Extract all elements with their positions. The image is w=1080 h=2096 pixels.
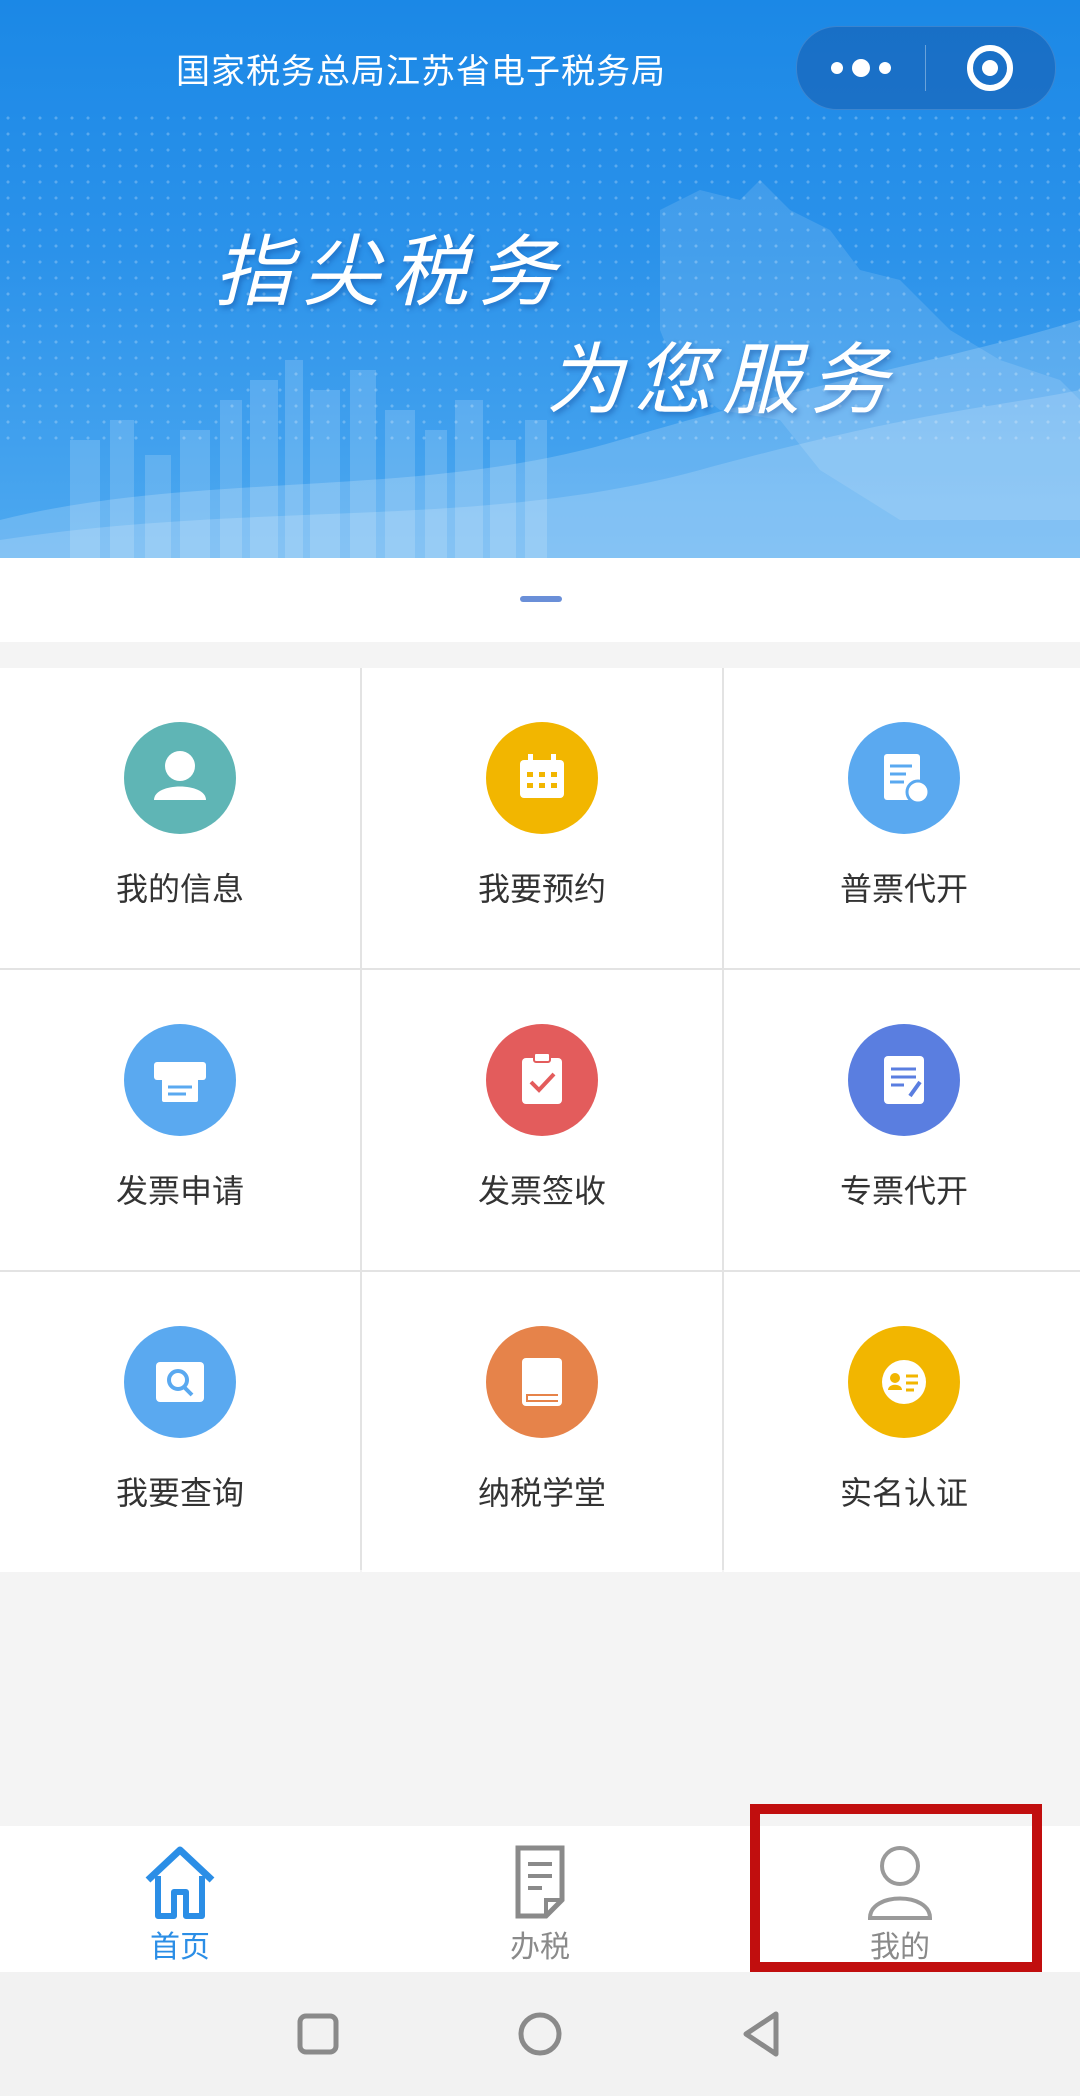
service-grid: 我的信息 我要预约 普票代开 发票申请 发票签收 专票代开 我要查询 纳税学堂 … [0,668,1080,1572]
tab-label: 首页 [150,1930,210,1965]
search-icon [124,1326,236,1438]
grid-item-special-invoice[interactable]: 专票代开 [724,970,1080,1270]
grid-item-label: 发票签收 [477,1172,606,1210]
grid-item-label: 我的信息 [115,870,244,908]
header-banner: 国家税务总局江苏省电子税务局 指尖税务 为您服务 [0,0,1080,558]
close-button[interactable] [926,27,1054,109]
carousel-indicator-area [0,558,1080,642]
printer-icon [124,1024,236,1136]
slogan-line-2: 为您服务 [546,336,899,426]
user-icon [124,722,236,834]
clipboard-check-icon [486,1024,598,1136]
grid-item-label: 专票代开 [839,1172,968,1210]
back-triangle-icon[interactable] [730,2002,794,2066]
grid-item-label: 我要查询 [115,1474,244,1512]
grid-item-query[interactable]: 我要查询 [0,1272,360,1572]
grid-item-invoice-receipt[interactable]: 发票签收 [362,970,722,1270]
slogan-line-1: 指尖税务 [214,228,567,318]
grid-item-general-invoice[interactable]: 普票代开 [724,668,1080,968]
tab-label: 办税 [510,1930,570,1965]
document-icon [515,1845,565,1919]
recent-apps-square-icon[interactable] [286,2002,350,2066]
grid-item-label: 普票代开 [839,870,968,908]
more-button[interactable] [797,27,925,109]
grid-item-my-info[interactable]: 我的信息 [0,668,360,968]
highlight-annotation-box [750,1804,1042,1972]
carousel-indicator[interactable] [520,596,562,602]
document-edit-icon [848,1024,960,1136]
book-icon [486,1326,598,1438]
grid-item-label: 我要预约 [477,870,606,908]
tab-tax-handling[interactable]: 办税 [360,1826,720,1972]
receipt-icon [848,722,960,834]
page-title: 国家税务总局江苏省电子税务局 [176,52,666,92]
grid-item-real-name-auth[interactable]: 实名认证 [724,1272,1080,1572]
system-navigation-bar [0,1972,1080,2096]
home-icon [145,1846,215,1919]
home-circle-icon[interactable] [508,2002,572,2066]
grid-item-appointment[interactable]: 我要预约 [362,668,722,968]
miniprogram-capsule [796,26,1056,110]
grid-item-label: 实名认证 [839,1474,968,1512]
id-card-icon [848,1326,960,1438]
grid-item-label: 发票申请 [115,1172,244,1210]
grid-item-tax-school[interactable]: 纳税学堂 [362,1272,722,1572]
calendar-icon [486,722,598,834]
tab-home[interactable]: 首页 [0,1826,360,1972]
close-target-icon [967,45,1013,91]
more-dots-icon [831,59,891,77]
grid-item-invoice-apply[interactable]: 发票申请 [0,970,360,1270]
grid-item-label: 纳税学堂 [477,1474,606,1512]
